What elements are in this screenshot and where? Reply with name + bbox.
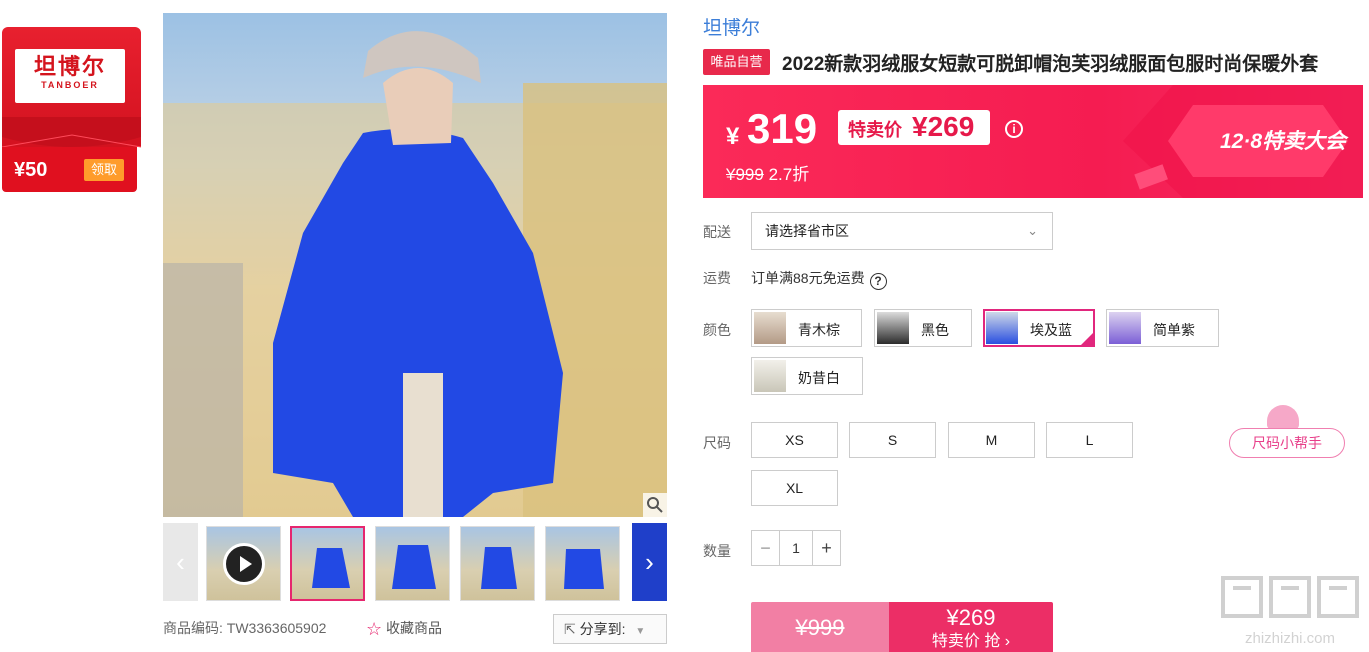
region-select[interactable]: 请选择省市区 ⌄ xyxy=(751,212,1053,250)
product-code-value: TW3363605902 xyxy=(226,620,327,636)
color-swatch-image xyxy=(986,312,1018,344)
size-option[interactable]: S xyxy=(849,422,936,458)
buy-special-price: ¥269 xyxy=(946,605,996,630)
brand-logo-cn: 坦博尔 xyxy=(33,54,106,79)
store-coupon[interactable]: 坦博尔 TANBOER ¥50 领取 xyxy=(2,27,141,192)
size-option[interactable]: L xyxy=(1046,422,1133,458)
color-option[interactable]: 简单紫 xyxy=(1106,309,1219,347)
product-code-label: 商品编码: xyxy=(163,620,223,636)
share-label: 分享到: xyxy=(579,621,626,637)
chevron-down-icon: ⌄ xyxy=(1027,223,1038,238)
product-code: 商品编码: TW3363605902 xyxy=(163,618,326,638)
star-icon: ☆ xyxy=(366,619,383,639)
thumbnail-video[interactable] xyxy=(206,526,281,601)
quantity-increase-button[interactable]: + xyxy=(812,531,840,565)
shipping-label: 运费 xyxy=(703,270,731,286)
color-option[interactable]: 奶昔白 xyxy=(751,357,863,395)
promo-event-label: 12·8特卖大会 xyxy=(1220,130,1347,153)
shipping-info: 订单满88元免运费? xyxy=(751,268,887,290)
self-run-badge: 唯品自营 xyxy=(703,49,770,75)
size-option[interactable]: XS xyxy=(751,422,838,458)
size-helper-button[interactable]: 尺码小帮手 xyxy=(1229,428,1345,458)
mascot-icon xyxy=(1267,405,1299,429)
thumbnail-image[interactable] xyxy=(460,526,535,601)
product-title: 2022新款羽绒服女短款可脱卸帽泡芙羽绒服面包服时尚保暖外套 xyxy=(782,54,1319,75)
brand-logo-en: TANBOER xyxy=(41,80,99,90)
color-swatch-image xyxy=(754,312,786,344)
quantity-label: 数量 xyxy=(703,543,731,559)
product-page: 坦博尔 TANBOER ¥50 领取 ‹ › 商品编码: TW336360590… xyxy=(0,0,1369,652)
watermark-site: zhizhizhi.com xyxy=(1244,630,1336,647)
discount-label: 2.7折 xyxy=(768,165,810,184)
special-price-label: 特卖价 xyxy=(848,120,902,140)
thumbnail-image[interactable] xyxy=(375,526,450,601)
share-dropdown[interactable]: ⇱ 分享到: ▼ xyxy=(553,614,667,644)
site-watermark: zhizhizhi.com xyxy=(1219,572,1361,648)
size-label: 尺码 xyxy=(703,435,731,451)
share-icon: ⇱ xyxy=(564,621,576,637)
quantity-input[interactable]: 1 xyxy=(780,531,812,565)
play-icon[interactable] xyxy=(223,543,265,585)
special-price-value: ¥269 xyxy=(912,111,975,142)
region-select-value: 请选择省市区 xyxy=(765,223,849,239)
claim-coupon-button[interactable]: 领取 xyxy=(84,159,124,181)
special-price-tag: 特卖价 ¥269 xyxy=(838,110,990,145)
buy-special-price-button[interactable]: ¥269 特卖价 抢 › xyxy=(889,602,1053,652)
color-swatch-image xyxy=(1109,312,1141,344)
caret-down-icon: ▼ xyxy=(635,626,646,637)
currency-symbol: ¥ xyxy=(726,123,740,150)
watermark-logo-icon xyxy=(1219,572,1361,630)
quantity-stepper: − 1 + xyxy=(751,530,841,566)
thumbnail-image[interactable] xyxy=(290,526,365,601)
color-option-selected[interactable]: 埃及蓝 xyxy=(983,309,1095,347)
zoom-icon[interactable] xyxy=(643,493,667,517)
buy-original-price-button[interactable]: ¥999 xyxy=(751,602,889,652)
color-swatch-image xyxy=(754,360,786,392)
delivery-label: 配送 xyxy=(703,224,731,240)
favorite-label: 收藏商品 xyxy=(386,620,443,636)
price-panel: ¥ 319 特卖价 ¥269 i ¥999 2.7折 12·8特卖大会 xyxy=(703,85,1363,198)
favorite-button[interactable]: ☆ 收藏商品 xyxy=(366,618,442,640)
buy-special-label: 特卖价 抢 › xyxy=(931,633,1011,650)
current-price: 319 xyxy=(747,105,818,152)
thumbnail-strip: ‹ › xyxy=(163,523,667,601)
selected-check-icon xyxy=(1080,332,1094,346)
quantity-decrease-button[interactable]: − xyxy=(752,531,780,565)
info-icon[interactable]: i xyxy=(1005,120,1023,138)
main-product-image[interactable] xyxy=(163,13,667,517)
thumbnail-next-button[interactable]: › xyxy=(632,523,667,601)
color-option-label: 埃及蓝 xyxy=(1030,322,1072,338)
color-option-label: 简单紫 xyxy=(1153,322,1195,338)
size-option[interactable]: M xyxy=(948,422,1035,458)
color-option[interactable]: 黑色 xyxy=(874,309,972,347)
color-option-label: 黑色 xyxy=(921,322,949,338)
original-price: ¥999 xyxy=(726,165,764,184)
help-icon[interactable]: ? xyxy=(869,273,887,290)
color-label: 颜色 xyxy=(703,322,731,338)
color-option-label: 青木棕 xyxy=(798,322,840,338)
color-swatch-image xyxy=(877,312,909,344)
color-option-label: 奶昔白 xyxy=(798,370,840,386)
thumbnail-image[interactable] xyxy=(545,526,620,601)
original-price-row: ¥999 2.7折 xyxy=(726,160,809,185)
brand-logo: 坦博尔 TANBOER xyxy=(15,49,125,103)
coupon-amount: ¥50 xyxy=(14,159,48,181)
thumbnail-prev-button[interactable]: ‹ xyxy=(163,523,198,601)
coupon-footer: ¥50 领取 xyxy=(2,147,137,192)
product-photo xyxy=(163,31,667,517)
brand-link[interactable]: 坦博尔 xyxy=(703,13,760,40)
size-option[interactable]: XL xyxy=(751,470,838,506)
shipping-text: 订单满88元免运费 xyxy=(751,270,865,286)
color-option[interactable]: 青木棕 xyxy=(751,309,862,347)
